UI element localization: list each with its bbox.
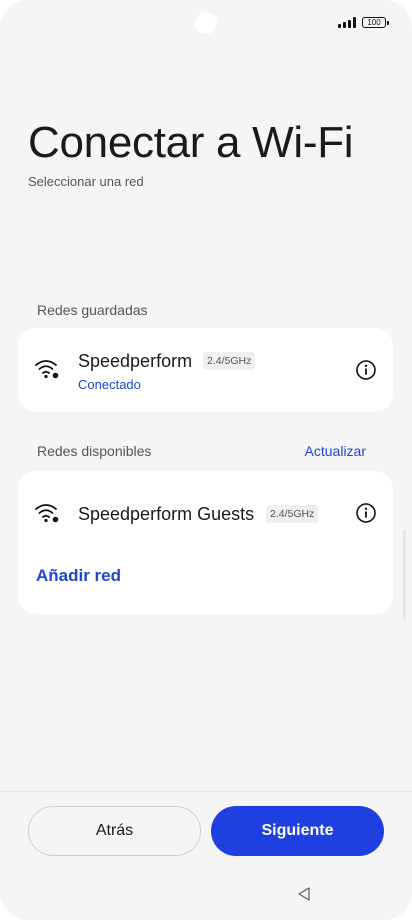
scrollbar[interactable]	[403, 530, 406, 620]
saved-networks-label: Redes guardadas	[37, 302, 148, 318]
saved-networks-card: Speedperform 2.4/5GHz Conectado	[18, 328, 393, 412]
footer-divider	[0, 791, 412, 792]
wifi-icon	[35, 360, 59, 379]
camera-cutout	[195, 12, 217, 34]
info-icon[interactable]	[355, 502, 377, 524]
screen: 100 Conectar a Wi-Fi Seleccionar una red…	[0, 0, 412, 920]
page-subtitle: Seleccionar una red	[28, 174, 144, 189]
battery-icon: 100	[362, 17, 389, 28]
refresh-link[interactable]: Actualizar	[305, 443, 366, 459]
wifi-icon	[35, 504, 59, 523]
next-button-label: Siguiente	[261, 822, 334, 839]
saved-network-name: Speedperform	[78, 351, 193, 371]
available-networks-card: Speedperform Guests 2.4/5GHz Añadir red	[18, 471, 393, 614]
nav-back-icon[interactable]	[296, 886, 312, 902]
available-networks-label: Redes disponibles	[37, 443, 152, 459]
available-network-item[interactable]: Speedperform Guests 2.4/5GHz	[18, 471, 393, 555]
next-button[interactable]: Siguiente	[211, 806, 384, 856]
signal-icon	[338, 17, 356, 28]
available-network-name: Speedperform Guests	[78, 504, 255, 524]
back-button-label: Atrás	[95, 822, 134, 839]
add-network-link[interactable]: Añadir red	[36, 566, 121, 586]
page-title: Conectar a Wi-Fi	[28, 118, 354, 167]
info-icon[interactable]	[355, 359, 377, 381]
band-badge: 2.4/5GHz	[203, 352, 256, 370]
status-bar: 100	[338, 17, 389, 28]
back-button[interactable]: Atrás	[28, 806, 201, 856]
band-badge: 2.4/5GHz	[266, 505, 319, 523]
connection-status: Conectado	[78, 377, 141, 392]
saved-network-item[interactable]: Speedperform 2.4/5GHz Conectado	[18, 328, 393, 412]
battery-level: 100	[367, 18, 381, 27]
